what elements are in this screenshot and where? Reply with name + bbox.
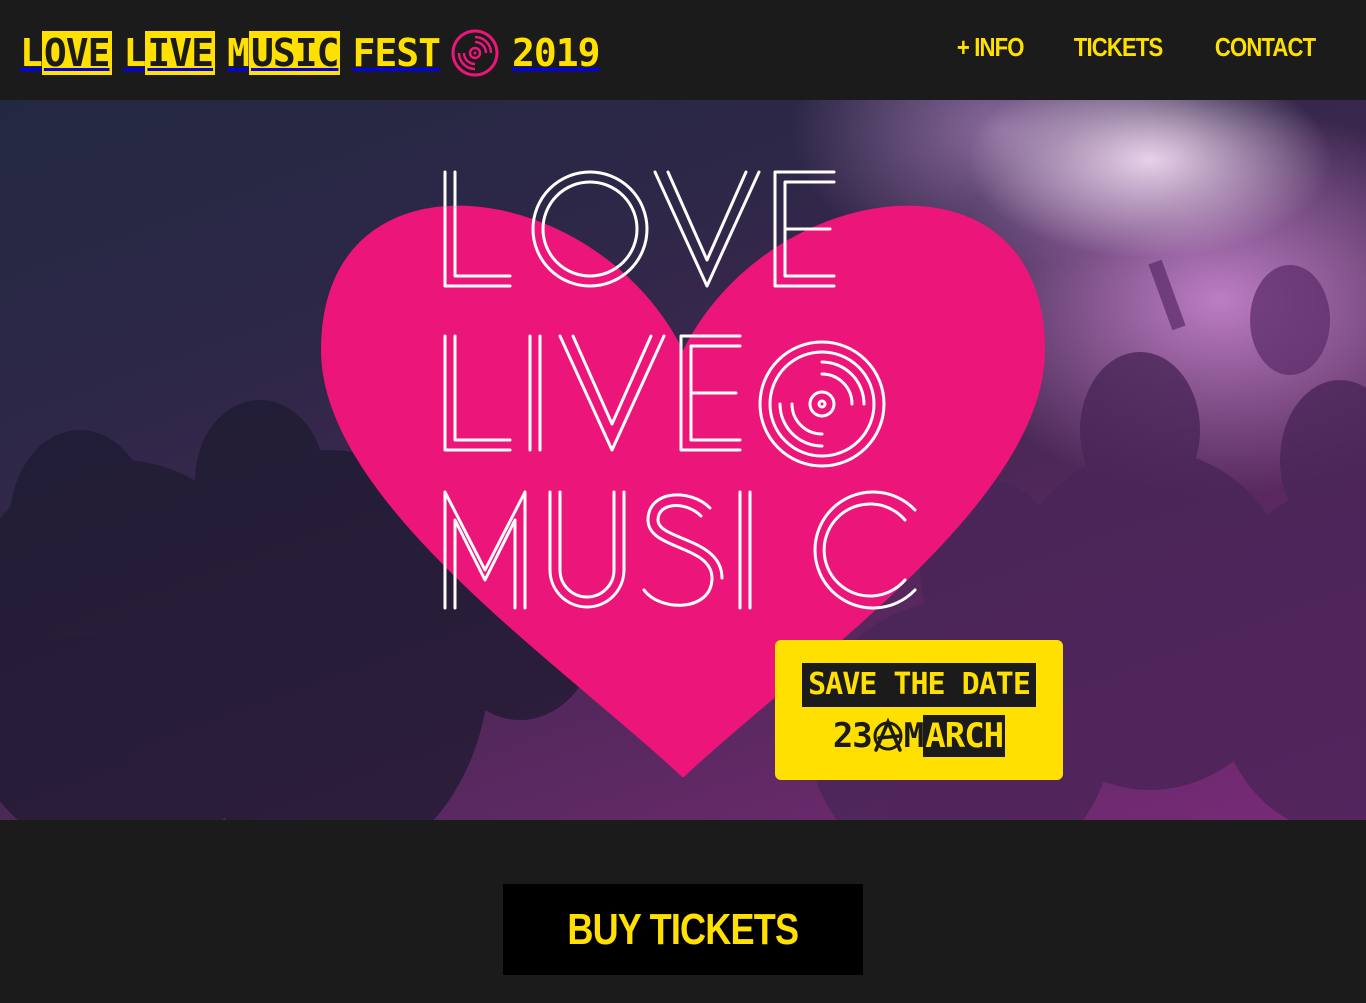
anarchy-a-icon: [873, 717, 903, 752]
logo-word-music: M USIC: [227, 31, 341, 75]
save-the-date-label: SAVE THE DATE: [802, 663, 1036, 707]
logo-year: 2019: [511, 31, 601, 75]
nav-tickets[interactable]: TICKETS: [1073, 32, 1162, 63]
buy-tickets-button[interactable]: BUY TICKETS: [503, 884, 863, 975]
love-live-music-heart-logo: [321, 170, 1045, 777]
logo-word-love: L OVE: [20, 31, 112, 75]
site-header: L OVE L IVE M USIC FEST 2019 + INFO TICKETS…: [0, 0, 1366, 100]
vinyl-record-icon: [451, 29, 499, 77]
event-date: 23 M ARCH: [832, 715, 1006, 757]
main-nav: + INFO TICKETS CONTACT: [951, 32, 1324, 63]
logo-word-fest: FEST: [352, 31, 441, 75]
hero-banner: SAVE THE DATE 23 M ARCH: [0, 100, 1366, 820]
logo-word-live: L IVE: [123, 31, 216, 75]
event-month-highlight: ARCH: [923, 715, 1006, 757]
save-the-date-badge: SAVE THE DATE 23 M ARCH: [775, 640, 1063, 780]
event-month-prefix: M: [903, 716, 925, 756]
nav-contact[interactable]: CONTACT: [1215, 32, 1316, 63]
event-day: 23: [832, 716, 873, 756]
site-logo[interactable]: L OVE L IVE M USIC FEST 2019: [20, 28, 600, 78]
buy-tickets-label: BUY TICKETS: [567, 904, 800, 954]
nav-info[interactable]: + INFO: [957, 32, 1025, 63]
